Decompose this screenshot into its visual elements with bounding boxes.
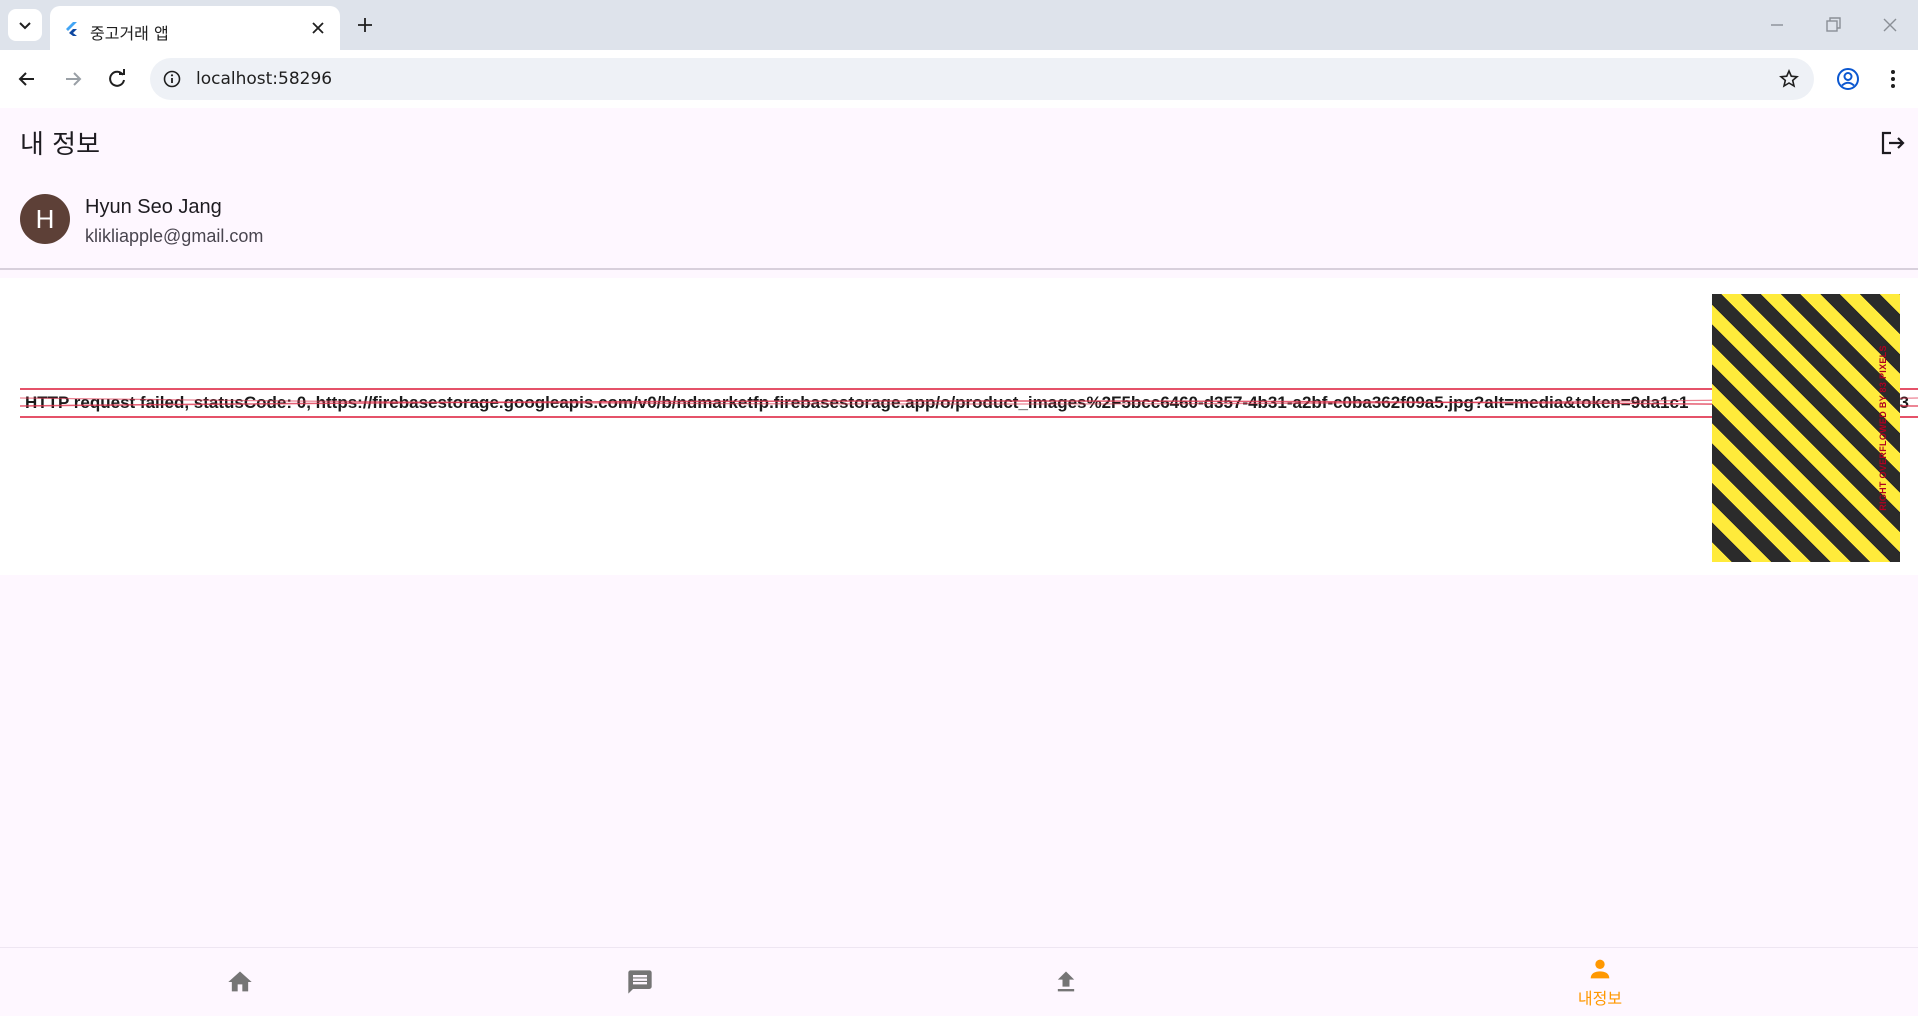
divider [0, 268, 1918, 270]
browser-tabstrip: 중고거래 앱 [0, 0, 1918, 50]
tab-title: 중고거래 앱 [90, 24, 169, 43]
forward-arrow-icon[interactable] [60, 66, 86, 92]
image-error-row: HTTP request failed, statusCode: 0, http… [20, 388, 1918, 418]
browser-tab[interactable]: 중고거래 앱 [50, 6, 340, 50]
reload-icon[interactable] [104, 66, 130, 92]
bottom-navigation-bar: 내정보 [0, 947, 1918, 1016]
close-icon[interactable] [308, 18, 328, 38]
nav-label-my-info: 내정보 [1577, 989, 1623, 1008]
browser-toolbar: localhost:58296 [0, 50, 1918, 109]
app-body: 내 정보 H Hyun Seo Jang klikliapple@gmail.c… [0, 108, 1918, 1015]
nav-item-my-info[interactable]: 내정보 [1360, 948, 1840, 1016]
chevron-down-icon [19, 22, 31, 30]
nav-item-upload[interactable] [826, 948, 1306, 1016]
bookmark-star-icon[interactable] [1778, 68, 1800, 90]
avatar: H [20, 194, 70, 244]
product-list-card: HTTP request failed, statusCode: 0, http… [0, 278, 1918, 575]
profile-icon[interactable] [1835, 66, 1861, 92]
logout-icon[interactable] [1878, 128, 1908, 158]
chat-icon [628, 970, 652, 994]
new-tab-icon[interactable] [354, 14, 376, 36]
address-bar[interactable]: localhost:58296 [150, 58, 1814, 100]
overflow-warning-stripes [1712, 294, 1900, 562]
site-info-icon[interactable] [162, 69, 182, 89]
home-icon [228, 971, 252, 992]
tab-search-button[interactable] [8, 9, 42, 41]
upload-icon [1057, 971, 1075, 992]
page-title: 내 정보 [20, 130, 101, 160]
more-vert-icon[interactable] [1880, 66, 1906, 92]
nav-item-chat[interactable] [400, 948, 880, 1016]
flutter-icon [66, 22, 77, 36]
url-text: localhost:58296 [196, 69, 333, 89]
user-email: klikliapple@gmail.com [85, 226, 264, 246]
back-arrow-icon[interactable] [14, 66, 40, 92]
minimize-icon[interactable] [1766, 14, 1788, 36]
window-close-icon[interactable] [1879, 14, 1901, 36]
error-strike-lines [20, 397, 1918, 407]
user-name: Hyun Seo Jang [85, 196, 222, 218]
error-underline-bottom [20, 416, 1918, 418]
person-icon [1590, 959, 1610, 979]
restore-icon[interactable] [1822, 14, 1844, 36]
overflow-warning-label: RIGHT OVERFLOWED BY 83 PIXELS [1878, 345, 1888, 511]
